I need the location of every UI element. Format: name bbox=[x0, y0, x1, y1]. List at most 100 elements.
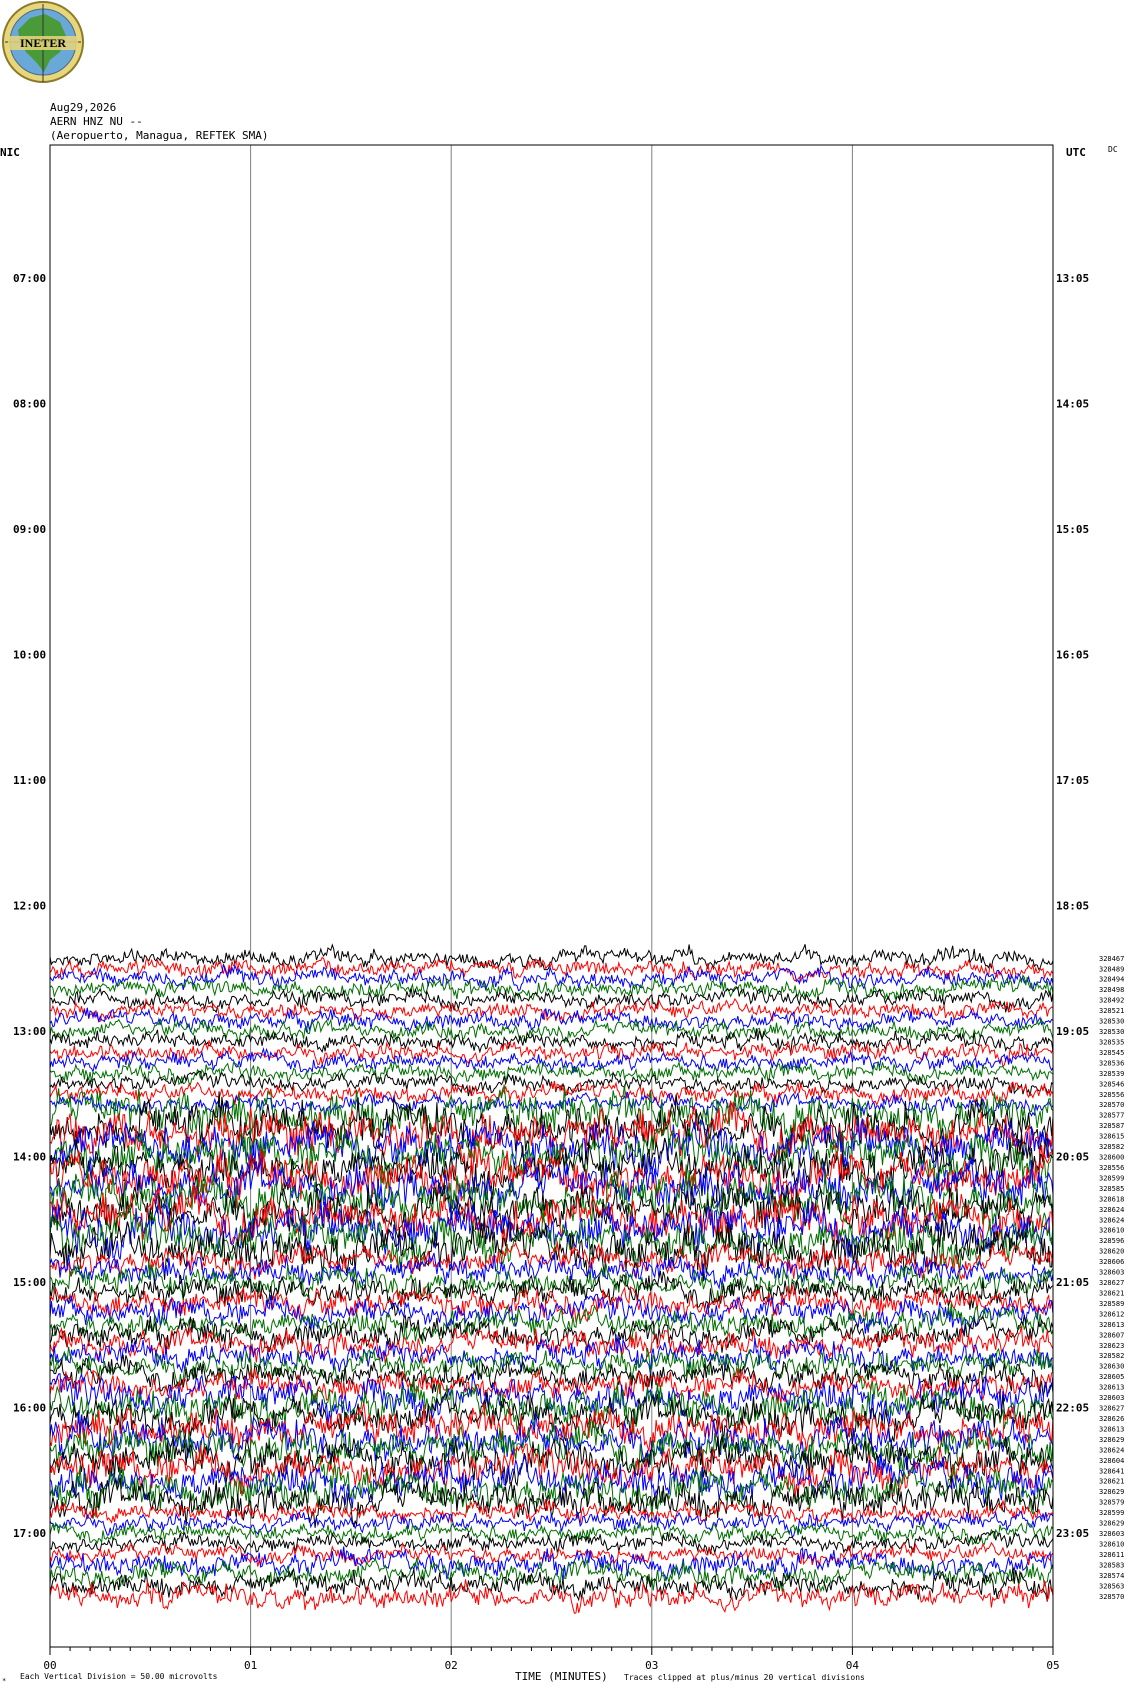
right-hour-label: 15:05 bbox=[1056, 523, 1089, 536]
trace-line bbox=[49, 1270, 1054, 1317]
trace-offset-label: 328582 bbox=[1099, 1352, 1124, 1360]
trace-offset-label: 328621 bbox=[1099, 1289, 1124, 1297]
ineter-logo: INETER bbox=[2, 1, 84, 83]
trace-offset-label: 328587 bbox=[1099, 1122, 1124, 1130]
x-tick-label: 05 bbox=[1046, 1659, 1059, 1672]
trace-line bbox=[49, 943, 1054, 971]
trace-offset-label: 328629 bbox=[1099, 1436, 1124, 1444]
trace-line bbox=[49, 1018, 1054, 1044]
left-hour-label: 17:00 bbox=[13, 1527, 46, 1540]
right-hour-label: 18:05 bbox=[1056, 900, 1089, 913]
trace-offset-label: 328492 bbox=[1099, 997, 1124, 1005]
right-hour-label: 23:05 bbox=[1056, 1527, 1089, 1540]
trace-offset-label: 328620 bbox=[1099, 1248, 1124, 1256]
trace-offset-label: 328610 bbox=[1099, 1227, 1124, 1235]
trace-offset-label: 328626 bbox=[1099, 1415, 1124, 1423]
x-tick-label: 00 bbox=[43, 1659, 56, 1672]
right-hour-label: 17:05 bbox=[1056, 774, 1089, 787]
location-label: (Aeropuerto, Managua, REFTEK SMA) bbox=[50, 129, 269, 142]
trace-line bbox=[49, 1521, 1054, 1546]
left-hour-label: 07:00 bbox=[13, 272, 46, 285]
trace-offset-label: 328603 bbox=[1099, 1269, 1124, 1277]
trace-line bbox=[49, 1541, 1054, 1567]
trace-offset-label: 328630 bbox=[1099, 1363, 1124, 1371]
left-hour-label: 11:00 bbox=[13, 774, 46, 787]
left-hour-label: 10:00 bbox=[13, 649, 46, 662]
right-hour-label: 22:05 bbox=[1056, 1402, 1089, 1415]
trace-offset-label: 328613 bbox=[1099, 1425, 1124, 1433]
trace-offset-label: 328607 bbox=[1099, 1331, 1124, 1339]
trace-offset-label: 328623 bbox=[1099, 1342, 1124, 1350]
plot-grid bbox=[250, 145, 853, 1647]
x-tick-label: 01 bbox=[244, 1659, 257, 1672]
left-hour-label: 08:00 bbox=[13, 398, 46, 411]
right-hour-labels: 13:05 14:05 15:05 16:05 17:05 18:05 19:05 20:05… bbox=[1056, 272, 1089, 1540]
trace-offset-label: 328530 bbox=[1099, 1018, 1124, 1026]
trace-offset-label: 328599 bbox=[1099, 1174, 1124, 1182]
footer-mark: * bbox=[2, 1677, 6, 1685]
left-hour-label: 14:00 bbox=[13, 1151, 46, 1164]
right-hour-label: 14:05 bbox=[1056, 398, 1089, 411]
trace-offset-label: 328604 bbox=[1099, 1457, 1124, 1465]
trace-offset-label: 328556 bbox=[1099, 1164, 1124, 1172]
trace-offset-label: 328467 bbox=[1099, 955, 1124, 963]
trace-offset-label: 328624 bbox=[1099, 1206, 1124, 1214]
trace-offset-labels: 328467 328489 328494 328498 328492 328521 3285… bbox=[1099, 955, 1124, 1601]
x-axis-label: TIME (MINUTES) bbox=[515, 1670, 608, 1683]
trace-offset-label: 328611 bbox=[1099, 1551, 1124, 1559]
trace-offset-label: 328603 bbox=[1099, 1530, 1124, 1538]
trace-offset-label: 328596 bbox=[1099, 1237, 1124, 1245]
station-label: AERN HNZ NU -- bbox=[50, 115, 143, 128]
trace-offset-label: 328615 bbox=[1099, 1133, 1124, 1141]
right-hour-label: 13:05 bbox=[1056, 272, 1089, 285]
trace-line bbox=[49, 1334, 1054, 1374]
left-hour-label: 15:00 bbox=[13, 1276, 46, 1289]
trace-line bbox=[49, 1557, 1054, 1593]
clip-note: Traces clipped at plus/minus 20 vertical… bbox=[624, 1673, 865, 1682]
trace-offset-label: 328582 bbox=[1099, 1143, 1124, 1151]
left-axis-title: NIC bbox=[0, 146, 20, 159]
trace-offset-label: 328627 bbox=[1099, 1279, 1124, 1287]
left-hour-label: 13:00 bbox=[13, 1025, 46, 1038]
trace-offset-label: 328599 bbox=[1099, 1509, 1124, 1517]
x-tick-label: 03 bbox=[645, 1659, 658, 1672]
trace-offset-label: 328579 bbox=[1099, 1499, 1124, 1507]
helicorder-figure: INETER Aug29,2026 AERN HNZ NU -- (Aeropu… bbox=[0, 1, 1124, 1685]
trace-offset-label: 328624 bbox=[1099, 1446, 1124, 1454]
trace-offset-label: 328570 bbox=[1099, 1101, 1124, 1109]
x-axis-ticks: 00 01 02 03 04 05 bbox=[43, 1647, 1060, 1672]
right-hour-label: 19:05 bbox=[1056, 1025, 1089, 1038]
x-tick-label: 04 bbox=[846, 1659, 860, 1672]
trace-offset-label: 328627 bbox=[1099, 1405, 1124, 1413]
seismic-traces bbox=[49, 943, 1054, 1614]
trace-offset-label: 328641 bbox=[1099, 1467, 1124, 1475]
trace-offset-label: 328606 bbox=[1099, 1258, 1124, 1266]
trace-offset-label: 328613 bbox=[1099, 1321, 1124, 1329]
trace-offset-label: 328577 bbox=[1099, 1112, 1124, 1120]
trace-offset-label: 328535 bbox=[1099, 1038, 1124, 1046]
trace-offset-label: 328585 bbox=[1099, 1185, 1124, 1193]
left-hour-label: 09:00 bbox=[13, 523, 46, 536]
right-hour-label: 16:05 bbox=[1056, 649, 1089, 662]
trace-offset-label: 328629 bbox=[1099, 1520, 1124, 1528]
trace-line bbox=[49, 1510, 1054, 1538]
trace-offset-label: 328621 bbox=[1099, 1478, 1124, 1486]
trace-offset-label: 328494 bbox=[1099, 976, 1124, 984]
trace-offset-label: 328545 bbox=[1099, 1049, 1124, 1057]
date-label: Aug29,2026 bbox=[50, 101, 116, 114]
logo-text: INETER bbox=[20, 36, 66, 50]
trace-line bbox=[49, 1091, 1054, 1117]
trace-offset-label: 328521 bbox=[1099, 1007, 1124, 1015]
trace-offset-label: 328618 bbox=[1099, 1195, 1124, 1203]
trace-line bbox=[49, 956, 1054, 983]
trace-offset-label: 328574 bbox=[1099, 1572, 1124, 1580]
trace-offset-label: 328556 bbox=[1099, 1091, 1124, 1099]
trace-offset-label: 328530 bbox=[1099, 1028, 1124, 1036]
trace-offset-label: 328624 bbox=[1099, 1216, 1124, 1224]
trace-offset-label: 328613 bbox=[1099, 1384, 1124, 1392]
trace-offset-label: 328589 bbox=[1099, 1300, 1124, 1308]
trace-offset-label: 328563 bbox=[1099, 1582, 1124, 1590]
right-corner-label: DC bbox=[1108, 145, 1118, 154]
left-hour-labels: 07:00 08:00 09:00 10:00 11:00 12:00 13:00 14:00… bbox=[13, 272, 46, 1540]
trace-offset-label: 328546 bbox=[1099, 1080, 1124, 1088]
